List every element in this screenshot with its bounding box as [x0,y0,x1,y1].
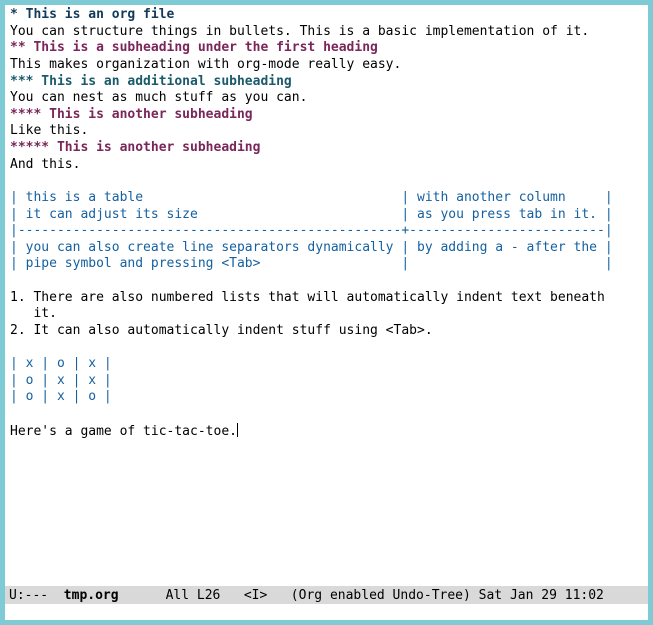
table2-row2: | o | x | x | [10,373,112,388]
modeline-position: All L26 [166,588,221,603]
table1-sep: |---------------------------------------… [10,223,613,238]
table2-row3: | o | x | o | [10,389,112,404]
heading-3-body: You can nest as much stuff as you can. [10,90,307,105]
heading-3: *** This is an additional subheading [10,74,292,89]
heading-5-body: And this. [10,157,80,172]
heading-4: **** This is another subheading [10,107,253,122]
list-item-1b: it. [10,306,57,321]
modeline-major-modes: (Org enabled Undo-Tree) [267,588,471,603]
table1-row1: | this is a table | with another column … [10,190,613,205]
buffer-area[interactable]: * This is an org file You can structure … [5,5,648,586]
text-cursor [237,423,238,437]
heading-2-body: This makes organization with org-mode re… [10,57,401,72]
table2-row1: | x | o | x | [10,356,112,371]
footer-text: Here's a game of tic-tac-toe. [10,424,237,439]
modeline-clock: Sat Jan 29 11:02 [471,588,604,603]
list-item-1a: 1. There are also numbered lists that wi… [10,290,605,305]
modeline-filename: tmp.org [48,588,118,603]
modeline-modified: U:--- [9,588,48,603]
heading-4-body: Like this. [10,123,88,138]
mode-line[interactable]: U:--- tmp.org All L26 <I> (Org enabled U… [5,586,648,604]
heading-1: * This is an org file [10,7,174,22]
emacs-frame: * This is an org file You can structure … [0,0,653,625]
list-item-2: 2. It can also automatically indent stuf… [10,323,433,338]
table1-row4: | you can also create line separators dy… [10,240,613,255]
table1-row5: | pipe symbol and pressing <Tab> | | [10,256,613,271]
heading-5: ***** This is another subheading [10,140,260,155]
table1-row2: | it can adjust its size | as you press … [10,207,613,222]
minibuffer[interactable] [5,604,648,620]
heading-2: ** This is a subheading under the first … [10,40,378,55]
heading-1-body: You can structure things in bullets. Thi… [10,24,589,39]
modeline-spacer [119,588,166,603]
modeline-input-method: <I> [220,588,267,603]
